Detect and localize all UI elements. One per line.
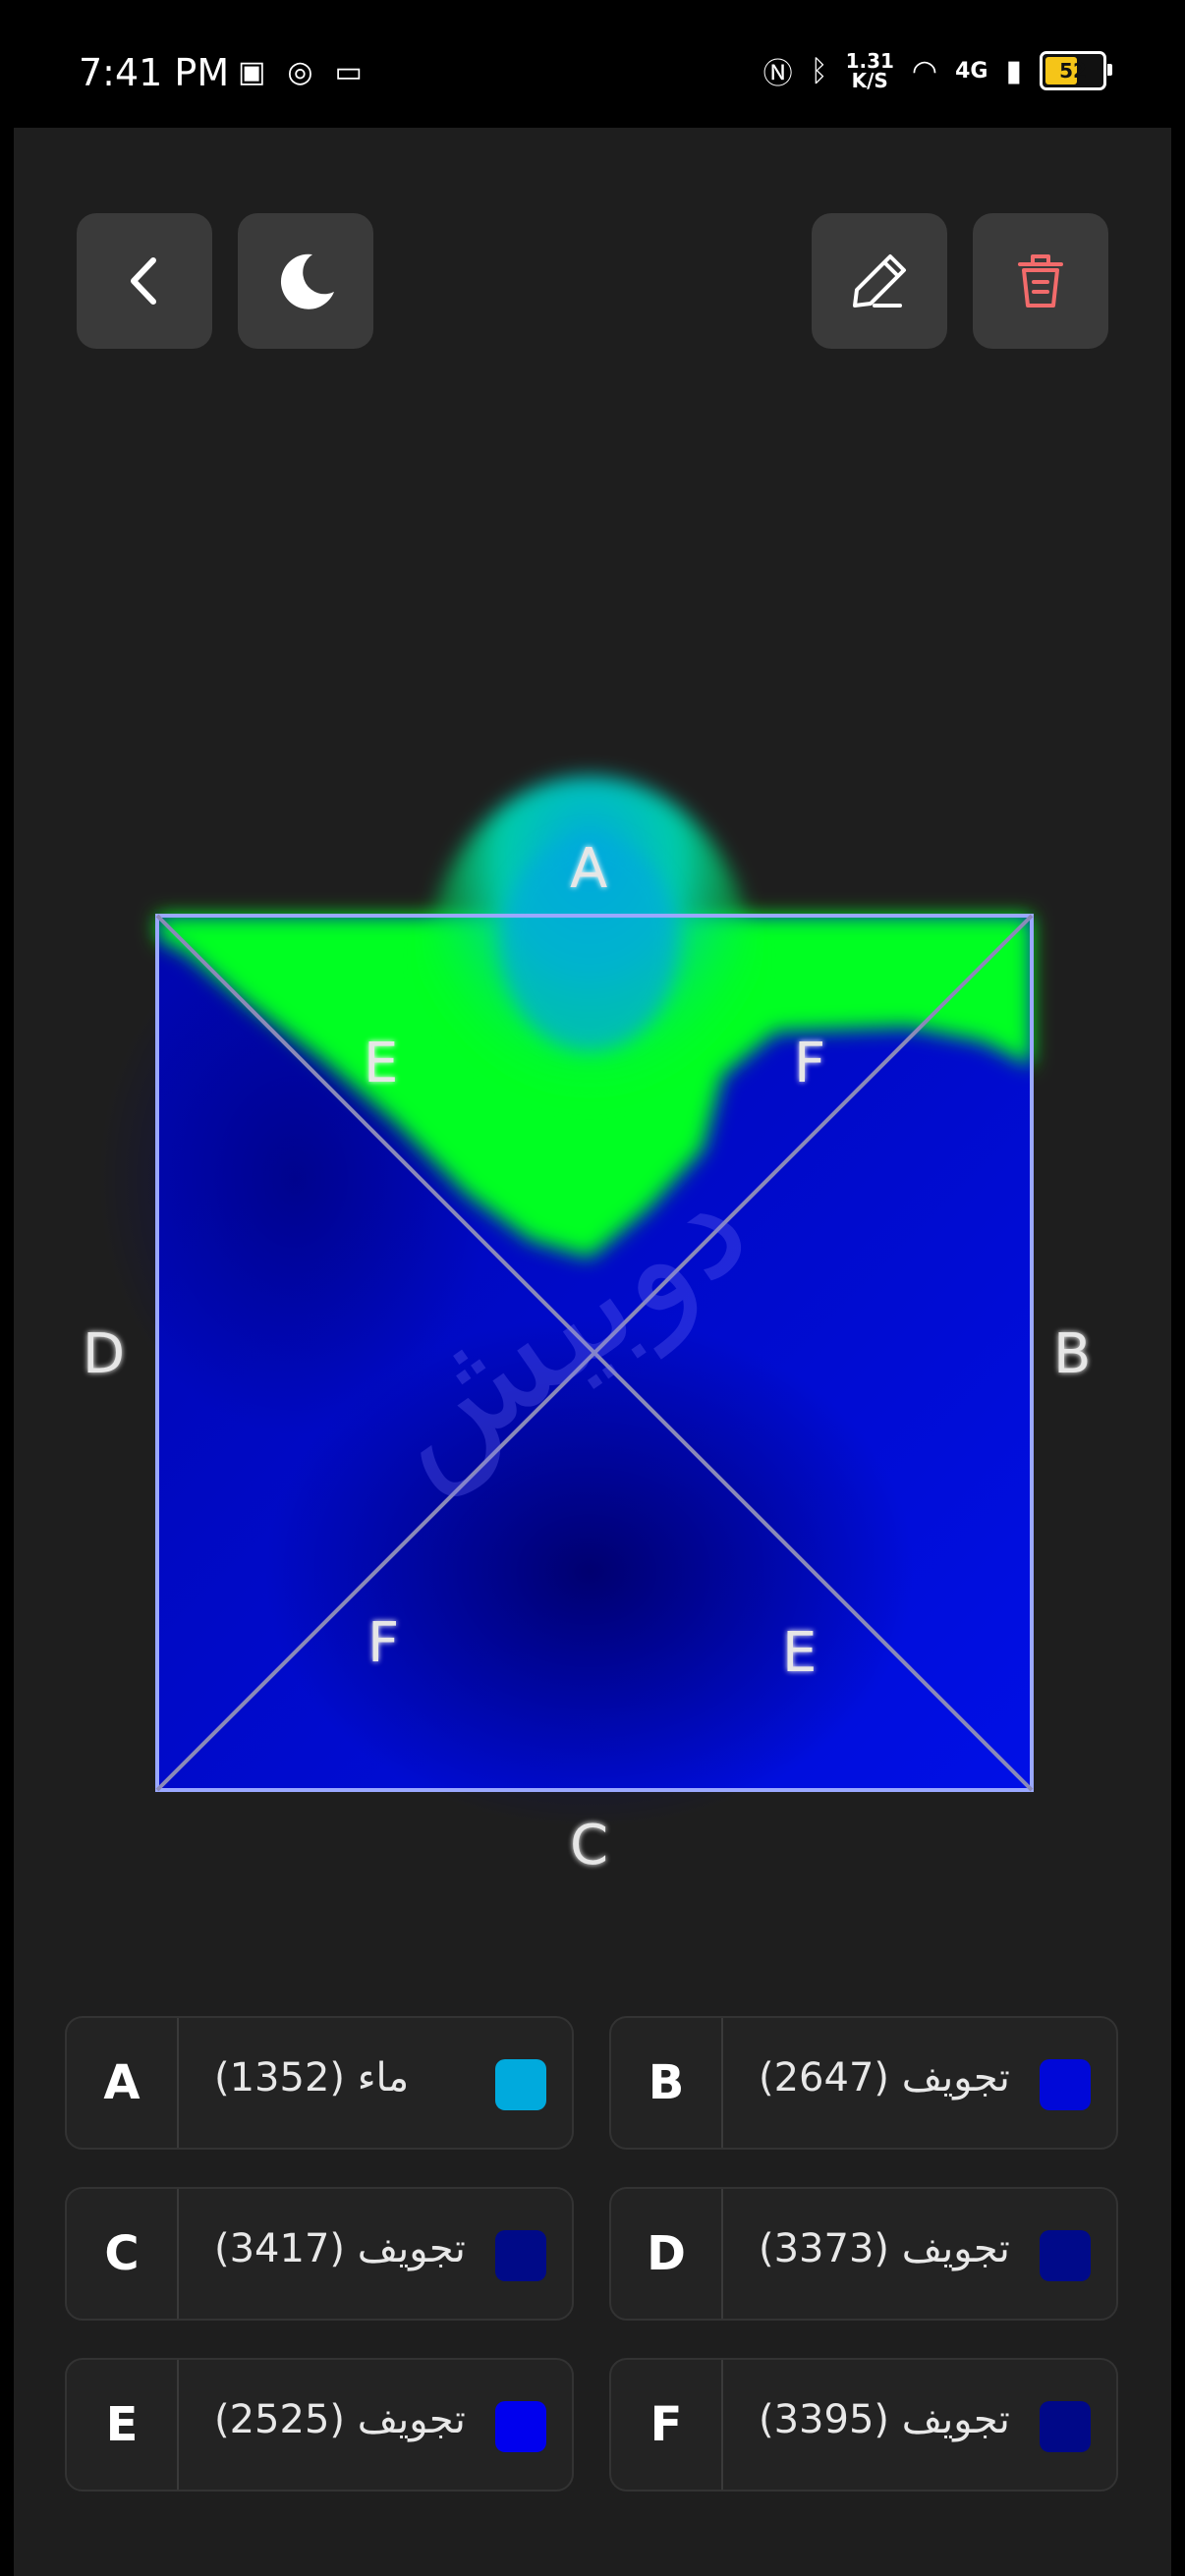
network-speed: 1.31 K/S [846,51,894,90]
network-speed-value: 1.31 [845,49,894,73]
legend-letter: A [103,2055,141,2110]
status-bar: 7:41 PM ▣ ◎ ▭ Ⓝ ᛒ 1.31 K/S ◠ 4G ▮ 52 [0,0,1185,128]
edit-button[interactable] [812,213,947,349]
legend-card-e[interactable]: E تجويف (2525) [65,2358,574,2492]
legend-text: تجويف (3417) [214,2226,466,2271]
status-system-icons: Ⓝ ᛒ 1.31 K/S ◠ 4G ▮ 52 [762,49,1112,92]
color-swatch [1040,2401,1091,2452]
color-swatch [1040,2230,1091,2281]
chevron-left-icon [131,257,156,305]
wifi-icon: ◠ [911,53,938,88]
cell-signal-icon: ▮ [1005,53,1022,88]
signal-label: 4G [955,58,988,84]
nfc-icon: Ⓝ [762,57,793,91]
color-swatch [495,2230,546,2281]
legend-card-f[interactable]: F تجويف (3395) [609,2358,1118,2492]
legend-text: تجويف (2525) [214,2397,466,2442]
delete-button[interactable] [973,213,1108,349]
legend-letter: B [648,2055,685,2110]
trash-icon [1018,254,1063,308]
video-icon: ▭ [334,55,363,89]
legend-text: تجويف (2647) [759,2055,1010,2100]
battery-level: 52 [1059,59,1087,83]
color-swatch [495,2401,546,2452]
back-button[interactable] [77,213,212,349]
legend-letter: C [104,2226,140,2281]
pencil-icon [853,254,906,308]
legend-letter: E [105,2397,139,2452]
dark-mode-button[interactable] [238,213,373,349]
battery-icon: 52 [1040,51,1112,90]
legend-text: ماء (1352) [214,2055,410,2100]
game-icon: ▣ [238,55,266,89]
moon-icon [280,253,334,309]
network-speed-unit: K/S [851,69,888,92]
legend-text: تجويف (3395) [759,2397,1010,2442]
color-swatch [1040,2059,1091,2110]
status-notification-icons: ▣ ◎ ▭ [238,55,363,89]
legend-card-a[interactable]: A ماء (1352) [65,2016,574,2150]
legend-letter: F [649,2397,683,2452]
legend-card-b[interactable]: B تجويف (2647) [609,2016,1118,2150]
whatsapp-icon: ◎ [287,55,313,89]
legend-letter: D [647,2226,686,2281]
legend-text: تجويف (3373) [759,2226,1010,2271]
legend-card-c[interactable]: C تجويف (3417) [65,2187,574,2321]
legend-card-d[interactable]: D تجويف (3373) [609,2187,1118,2321]
color-swatch [495,2059,546,2110]
bluetooth-icon: ᛒ [810,53,828,88]
status-time: 7:41 PM [79,51,230,94]
